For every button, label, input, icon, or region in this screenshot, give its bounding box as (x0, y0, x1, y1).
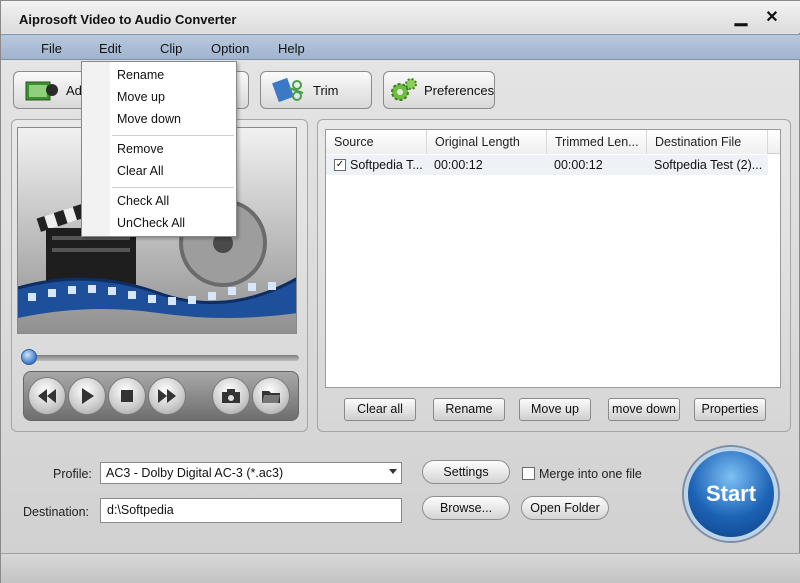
chevron-down-icon (389, 469, 397, 474)
menu-item-uncheck-all[interactable]: UnCheck All (117, 216, 185, 230)
menu-separator (112, 135, 234, 136)
properties-button[interactable]: Properties (694, 398, 766, 421)
minimize-button[interactable]: ▁ (731, 9, 751, 27)
status-bar (1, 553, 800, 583)
stop-icon[interactable] (108, 377, 146, 415)
cell-original-length: 00:00:12 (434, 158, 483, 172)
file-list[interactable]: Source Original Length Trimmed Len... De… (325, 129, 781, 388)
main-window: Aiprosoft Video to Audio Converter ▁ ✕ F… (0, 0, 800, 583)
menu-item-clear-all[interactable]: Clear All (117, 164, 164, 178)
column-source[interactable]: Source (326, 130, 427, 154)
move-down-button[interactable]: move down (608, 398, 680, 421)
trim-button[interactable]: Trim (260, 71, 372, 109)
menu-item-rename[interactable]: Rename (117, 68, 164, 82)
menu-clip[interactable]: Clip (160, 41, 182, 56)
close-button[interactable]: ✕ (762, 9, 782, 27)
settings-button[interactable]: Settings (422, 460, 510, 484)
profile-select[interactable]: AC3 - Dolby Digital AC-3 (*.ac3) (100, 462, 402, 484)
window-title: Aiprosoft Video to Audio Converter (19, 12, 237, 27)
column-destination-file[interactable]: Destination File (647, 130, 768, 154)
trim-button-label: Trim (313, 82, 339, 98)
menu-gutter (82, 62, 110, 236)
cell-source: Softpedia T... (350, 158, 423, 172)
menu-item-check-all[interactable]: Check All (117, 194, 169, 208)
title-bar: Aiprosoft Video to Audio Converter ▁ ✕ (1, 1, 800, 33)
move-up-button[interactable]: Move up (519, 398, 591, 421)
menu-edit[interactable]: Edit (99, 41, 121, 56)
menu-item-remove[interactable]: Remove (117, 142, 164, 156)
menu-help[interactable]: Help (278, 41, 305, 56)
rename-button[interactable]: Rename (433, 398, 505, 421)
menu-item-move-up[interactable]: Move up (117, 90, 165, 104)
gear-icon (388, 76, 418, 104)
row-checkbox[interactable]: ✓ (334, 159, 346, 171)
profile-label: Profile: (53, 467, 92, 481)
profile-select-value: AC3 - Dolby Digital AC-3 (*.ac3) (106, 466, 284, 480)
table-row[interactable]: ✓ Softpedia T... 00:00:12 00:00:12 Softp… (326, 155, 768, 175)
destination-label: Destination: (23, 505, 90, 519)
add-video-icon (24, 76, 60, 104)
cell-trimmed-length: 00:00:12 (554, 158, 603, 172)
seek-handle[interactable] (21, 349, 37, 365)
snapshot-icon[interactable] (212, 377, 250, 415)
open-folder-button[interactable]: Open Folder (521, 496, 609, 520)
folder-icon[interactable] (252, 377, 290, 415)
scissors-icon (271, 76, 307, 104)
preferences-button[interactable]: Preferences (383, 71, 495, 109)
merge-label: Merge into one file (539, 467, 642, 481)
cell-destination: Softpedia Test (2)... (654, 158, 763, 172)
preferences-button-label: Preferences (424, 82, 495, 98)
column-trimmed-length[interactable]: Trimmed Len... (547, 130, 647, 154)
browse-button[interactable]: Browse... (422, 496, 510, 520)
merge-checkbox[interactable] (522, 467, 535, 480)
edit-context-menu: Rename Move up Move down Remove Clear Al… (81, 61, 237, 237)
fast-forward-icon[interactable] (148, 377, 186, 415)
menu-bar: File Edit Clip Option Help (1, 34, 800, 60)
menu-option[interactable]: Option (211, 41, 249, 56)
start-button[interactable]: Start (684, 447, 778, 541)
clear-all-button[interactable]: Clear all (344, 398, 416, 421)
destination-input[interactable]: d:\Softpedia (100, 498, 402, 523)
menu-separator (112, 187, 234, 188)
play-icon[interactable] (68, 377, 106, 415)
menu-file[interactable]: File (41, 41, 62, 56)
menu-item-move-down[interactable]: Move down (117, 112, 181, 126)
column-original-length[interactable]: Original Length (427, 130, 547, 154)
seek-bar[interactable] (23, 355, 299, 361)
rewind-icon[interactable] (28, 377, 66, 415)
